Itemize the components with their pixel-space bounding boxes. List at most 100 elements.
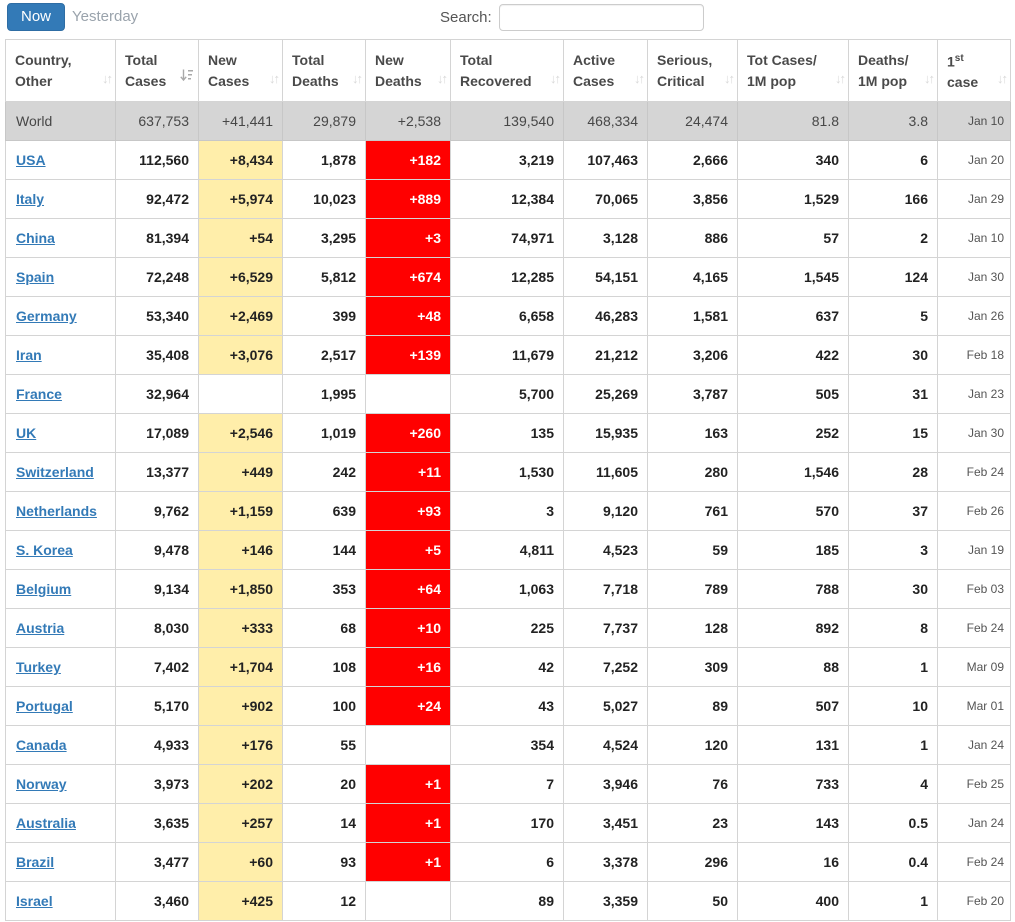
- cell-new-deaths: +5: [366, 531, 451, 570]
- country-link[interactable]: Turkey: [16, 659, 61, 675]
- country-link[interactable]: Netherlands: [16, 503, 97, 519]
- country-link[interactable]: Canada: [16, 737, 67, 753]
- country-link[interactable]: Belgium: [16, 581, 71, 597]
- cell-serious-critical: 886: [648, 219, 738, 258]
- cell-active-cases: 3,378: [564, 843, 648, 882]
- topbar: Now Yesterday Search:: [0, 0, 1015, 38]
- country-link[interactable]: Spain: [16, 269, 54, 285]
- cell-total-cases: 92,472: [116, 180, 199, 219]
- cell-total-cases: 8,030: [116, 609, 199, 648]
- cell-deaths-1m: 10: [849, 687, 938, 726]
- cell-country: Portugal: [6, 687, 116, 726]
- cell-new-cases: +902: [199, 687, 283, 726]
- country-link[interactable]: Portugal: [16, 698, 73, 714]
- cell-tot-cases-1m: 57: [738, 219, 849, 258]
- country-link[interactable]: Austria: [16, 620, 64, 636]
- cell-total-cases: 35,408: [116, 336, 199, 375]
- now-button[interactable]: Now: [7, 3, 65, 31]
- cell-total-recovered: 139,540: [451, 102, 564, 141]
- cell-active-cases: 3,128: [564, 219, 648, 258]
- col-header-tot-cases-1m[interactable]: Tot Cases/ 1M pop ↓↑: [738, 40, 849, 102]
- cell-total-deaths: 68: [283, 609, 366, 648]
- cell-total-deaths: 12: [283, 882, 366, 921]
- cell-new-deaths: +182: [366, 141, 451, 180]
- sort-icon: ↓↑: [102, 68, 111, 89]
- country-link[interactable]: Germany: [16, 308, 77, 324]
- cell-active-cases: 11,605: [564, 453, 648, 492]
- cell-tot-cases-1m: 1,545: [738, 258, 849, 297]
- country-link[interactable]: Switzerland: [16, 464, 94, 480]
- country-link[interactable]: Norway: [16, 776, 67, 792]
- col-header-country-other[interactable]: Country, Other ↓↑: [6, 40, 116, 102]
- cell-total-deaths: 10,023: [283, 180, 366, 219]
- cell-first-case: Jan 26: [938, 297, 1011, 336]
- cell-country: Australia: [6, 804, 116, 843]
- cell-total-recovered: 7: [451, 765, 564, 804]
- cell-new-deaths: +674: [366, 258, 451, 297]
- col-header-total-recovered[interactable]: Total Recovered ↓↑: [451, 40, 564, 102]
- col-header-new-cases[interactable]: New Cases ↓↑: [199, 40, 283, 102]
- col-header-deaths-1m[interactable]: Deaths/ 1M pop ↓↑: [849, 40, 938, 102]
- country-link[interactable]: France: [16, 386, 62, 402]
- cell-new-cases: +425: [199, 882, 283, 921]
- table-row: Norway3,973+20220+173,946767334Feb 25: [6, 765, 1011, 804]
- cell-total-recovered: 225: [451, 609, 564, 648]
- cell-first-case: Jan 10: [938, 219, 1011, 258]
- cell-total-cases: 3,460: [116, 882, 199, 921]
- cell-deaths-1m: 0.5: [849, 804, 938, 843]
- cell-total-cases: 3,477: [116, 843, 199, 882]
- cell-total-cases: 9,762: [116, 492, 199, 531]
- sort-icon: ↓↑: [550, 68, 559, 89]
- cell-total-recovered: 12,384: [451, 180, 564, 219]
- cell-country: S. Korea: [6, 531, 116, 570]
- cell-serious-critical: 761: [648, 492, 738, 531]
- country-link[interactable]: Italy: [16, 191, 44, 207]
- cell-total-cases: 112,560: [116, 141, 199, 180]
- country-link[interactable]: Australia: [16, 815, 76, 831]
- country-link[interactable]: USA: [16, 152, 46, 168]
- cell-deaths-1m: 3: [849, 531, 938, 570]
- col-header-total-deaths[interactable]: Total Deaths ↓↑: [283, 40, 366, 102]
- country-link[interactable]: Israel: [16, 893, 53, 909]
- cell-active-cases: 7,252: [564, 648, 648, 687]
- cell-tot-cases-1m: 131: [738, 726, 849, 765]
- cell-first-case: Jan 10: [938, 102, 1011, 141]
- country-link[interactable]: China: [16, 230, 55, 246]
- cell-country: Netherlands: [6, 492, 116, 531]
- cell-total-recovered: 1,530: [451, 453, 564, 492]
- yesterday-button[interactable]: Yesterday: [72, 8, 138, 25]
- col-header-active-cases[interactable]: Active Cases ↓↑: [564, 40, 648, 102]
- cell-new-cases: +2,469: [199, 297, 283, 336]
- cell-active-cases: 9,120: [564, 492, 648, 531]
- cell-deaths-1m: 28: [849, 453, 938, 492]
- country-link[interactable]: Iran: [16, 347, 42, 363]
- country-link[interactable]: Brazil: [16, 854, 54, 870]
- col-header-total-cases[interactable]: Total Cases: [116, 40, 199, 102]
- sort-icon: ↓↑: [634, 68, 643, 89]
- cell-total-cases: 17,089: [116, 414, 199, 453]
- sort-icon: ↓↑: [269, 68, 278, 89]
- world-row: World637,753+41,44129,879+2,538139,54046…: [6, 102, 1011, 141]
- cell-tot-cases-1m: 88: [738, 648, 849, 687]
- cell-country: USA: [6, 141, 116, 180]
- cell-country: France: [6, 375, 116, 414]
- col-header-first-case[interactable]: 1st case ↓↑: [938, 40, 1011, 102]
- cell-new-cases: +333: [199, 609, 283, 648]
- cell-first-case: Feb 26: [938, 492, 1011, 531]
- cell-active-cases: 3,946: [564, 765, 648, 804]
- cell-new-cases: +41,441: [199, 102, 283, 141]
- cell-serious-critical: 789: [648, 570, 738, 609]
- col-header-serious-critical[interactable]: Serious, Critical ↓↑: [648, 40, 738, 102]
- country-link[interactable]: S. Korea: [16, 542, 73, 558]
- cell-total-deaths: 3,295: [283, 219, 366, 258]
- col-header-new-deaths[interactable]: New Deaths ↓↑: [366, 40, 451, 102]
- cell-first-case: Jan 29: [938, 180, 1011, 219]
- cell-total-cases: 7,402: [116, 648, 199, 687]
- cell-total-recovered: 135: [451, 414, 564, 453]
- table-row: Germany53,340+2,469399+486,65846,2831,58…: [6, 297, 1011, 336]
- cell-tot-cases-1m: 788: [738, 570, 849, 609]
- cell-country: Brazil: [6, 843, 116, 882]
- country-link[interactable]: UK: [16, 425, 36, 441]
- cell-new-cases: +146: [199, 531, 283, 570]
- search-input[interactable]: [499, 4, 704, 31]
